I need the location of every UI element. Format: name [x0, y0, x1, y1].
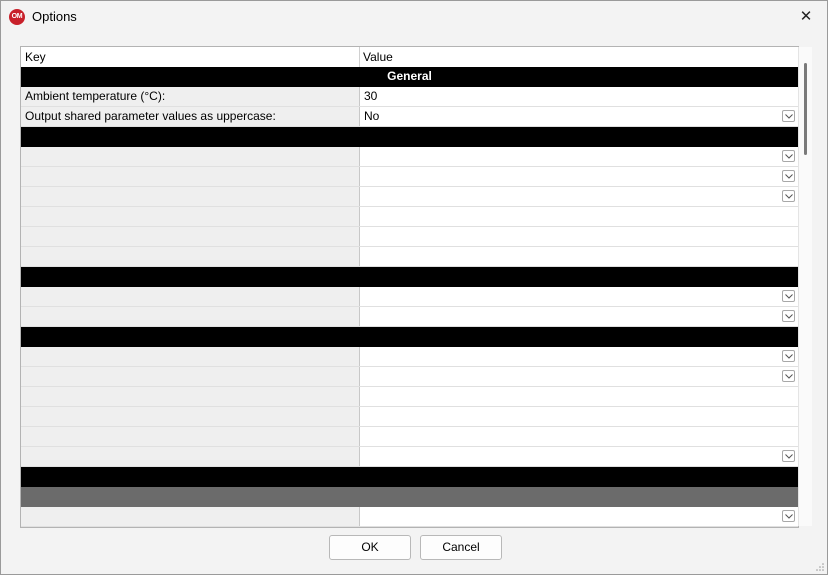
chevron-down-icon [785, 154, 793, 159]
row-key: Output shared parameter values as upperc… [21, 107, 360, 126]
row-key [21, 407, 360, 426]
table-row[interactable] [21, 407, 798, 427]
dropdown-button[interactable] [782, 290, 795, 302]
chevron-down-icon [785, 314, 793, 319]
table-row[interactable] [21, 427, 798, 447]
row-key [21, 507, 360, 526]
row-key [21, 427, 360, 446]
row-key [21, 187, 360, 206]
row-value-select[interactable] [360, 367, 798, 386]
grid-header: Key Value [21, 47, 798, 68]
dropdown-button[interactable] [782, 310, 795, 322]
table-row[interactable] [21, 347, 798, 367]
row-value-input[interactable]: 30 [360, 87, 798, 106]
table-row[interactable] [21, 367, 798, 387]
table-row[interactable] [21, 147, 798, 167]
table-row[interactable] [21, 287, 798, 307]
section-header-row[interactable] [21, 467, 798, 487]
row-value-select[interactable] [360, 507, 798, 526]
row-value-input[interactable] [360, 207, 798, 226]
row-value-text: No [364, 109, 380, 123]
cancel-button[interactable]: Cancel [420, 535, 502, 560]
table-row[interactable] [21, 167, 798, 187]
row-value-text: 30 [364, 89, 378, 103]
column-header-value[interactable]: Value [359, 47, 797, 67]
table-row[interactable] [21, 187, 798, 207]
row-key [21, 387, 360, 406]
row-key [21, 207, 360, 226]
row-value-select[interactable] [360, 447, 798, 466]
chevron-down-icon [785, 114, 793, 119]
scrollbar-thumb[interactable] [804, 63, 807, 155]
row-key [21, 147, 360, 166]
row-key [21, 307, 360, 326]
row-value-select[interactable] [360, 287, 798, 306]
options-dialog: OM Options ✕ Key Value General Ambient te… [0, 0, 828, 575]
app-logo-icon: OM [9, 9, 25, 25]
row-value-input[interactable] [360, 387, 798, 406]
grid-rows: General Ambient temperature (°C): 30 Output… [21, 67, 798, 527]
table-row[interactable] [21, 207, 798, 227]
row-key [21, 247, 360, 266]
row-value-input[interactable] [360, 427, 798, 446]
section-header-row[interactable] [21, 267, 798, 287]
row-value-input[interactable] [360, 227, 798, 246]
table-row[interactable]: Output shared parameter values as upperc… [21, 107, 798, 127]
row-value-select[interactable] [360, 167, 798, 186]
row-value-select[interactable] [360, 307, 798, 326]
options-grid: Key Value General Ambient temperature (°C… [20, 46, 799, 528]
row-value-input[interactable] [360, 407, 798, 426]
dropdown-button[interactable] [782, 370, 795, 382]
column-header-key[interactable]: Key [21, 47, 360, 67]
section-header-row[interactable] [21, 127, 798, 147]
row-key [21, 167, 360, 186]
title-bar: OM Options ✕ [1, 1, 827, 32]
table-row[interactable]: Ambient temperature (°C): 30 [21, 87, 798, 107]
chevron-down-icon [785, 454, 793, 459]
table-row[interactable] [21, 227, 798, 247]
dropdown-button[interactable] [782, 110, 795, 122]
dropdown-button[interactable] [782, 170, 795, 182]
row-key: Ambient temperature (°C): [21, 87, 360, 106]
table-row[interactable] [21, 307, 798, 327]
section-header-row[interactable] [21, 327, 798, 347]
row-value-select[interactable] [360, 347, 798, 366]
row-key [21, 347, 360, 366]
row-key [21, 367, 360, 386]
chevron-down-icon [785, 354, 793, 359]
table-row[interactable] [21, 387, 798, 407]
chevron-down-icon [785, 514, 793, 519]
chevron-down-icon [785, 174, 793, 179]
row-value-select[interactable] [360, 147, 798, 166]
table-row[interactable] [21, 247, 798, 267]
dropdown-button[interactable] [782, 190, 795, 202]
chevron-down-icon [785, 194, 793, 199]
dropdown-button[interactable] [782, 150, 795, 162]
row-key [21, 447, 360, 466]
row-value-select[interactable]: No [360, 107, 798, 126]
close-button[interactable]: ✕ [785, 1, 827, 32]
dropdown-button[interactable] [782, 510, 795, 522]
row-value-input[interactable] [360, 247, 798, 266]
window-title: Options [32, 9, 77, 24]
dropdown-button[interactable] [782, 350, 795, 362]
resize-grip-icon[interactable] [815, 562, 825, 572]
row-value-select[interactable] [360, 187, 798, 206]
vertical-scrollbar[interactable] [798, 47, 812, 526]
subsection-header-row[interactable] [21, 487, 798, 507]
row-key [21, 287, 360, 306]
dropdown-button[interactable] [782, 450, 795, 462]
row-key [21, 227, 360, 246]
table-row[interactable] [21, 447, 798, 467]
section-header-row[interactable]: General [21, 67, 798, 87]
close-icon: ✕ [799, 8, 813, 25]
table-row[interactable] [21, 507, 798, 527]
ok-button[interactable]: OK [329, 535, 411, 560]
chevron-down-icon [785, 374, 793, 379]
chevron-down-icon [785, 294, 793, 299]
